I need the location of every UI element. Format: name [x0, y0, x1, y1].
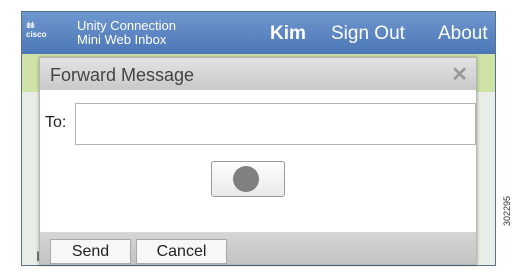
- about-link[interactable]: About: [438, 23, 488, 45]
- logo-word: cisco: [26, 30, 47, 39]
- figure-number: 302295: [502, 195, 512, 226]
- send-button[interactable]: Send: [50, 239, 131, 264]
- to-input[interactable]: [75, 103, 476, 145]
- to-label: To:: [45, 114, 67, 131]
- dialog-header: Forward Message ✕: [40, 58, 476, 90]
- record-icon: [233, 166, 259, 192]
- forward-message-dialog: Forward Message ✕ To: Send Cancel: [39, 57, 477, 265]
- app-title-line1: Unity Connection: [77, 18, 176, 33]
- top-bar: ılıılı cisco Unity Connection Mini Web I…: [22, 12, 495, 54]
- logo-bars: ılıılı: [26, 20, 35, 30]
- record-button[interactable]: [211, 161, 285, 197]
- cisco-logo: ılıılı cisco: [26, 21, 56, 43]
- close-icon[interactable]: ✕: [451, 62, 468, 87]
- cancel-button[interactable]: Cancel: [136, 239, 227, 264]
- user-name: Kim: [270, 23, 306, 44]
- sign-out-link[interactable]: Sign Out: [331, 23, 405, 45]
- app-title-line2: Mini Web Inbox: [77, 32, 167, 47]
- dialog-footer: Send Cancel: [40, 232, 476, 264]
- dialog-title: Forward Message: [50, 65, 195, 85]
- app-title: Unity Connection Mini Web Inbox: [77, 19, 176, 47]
